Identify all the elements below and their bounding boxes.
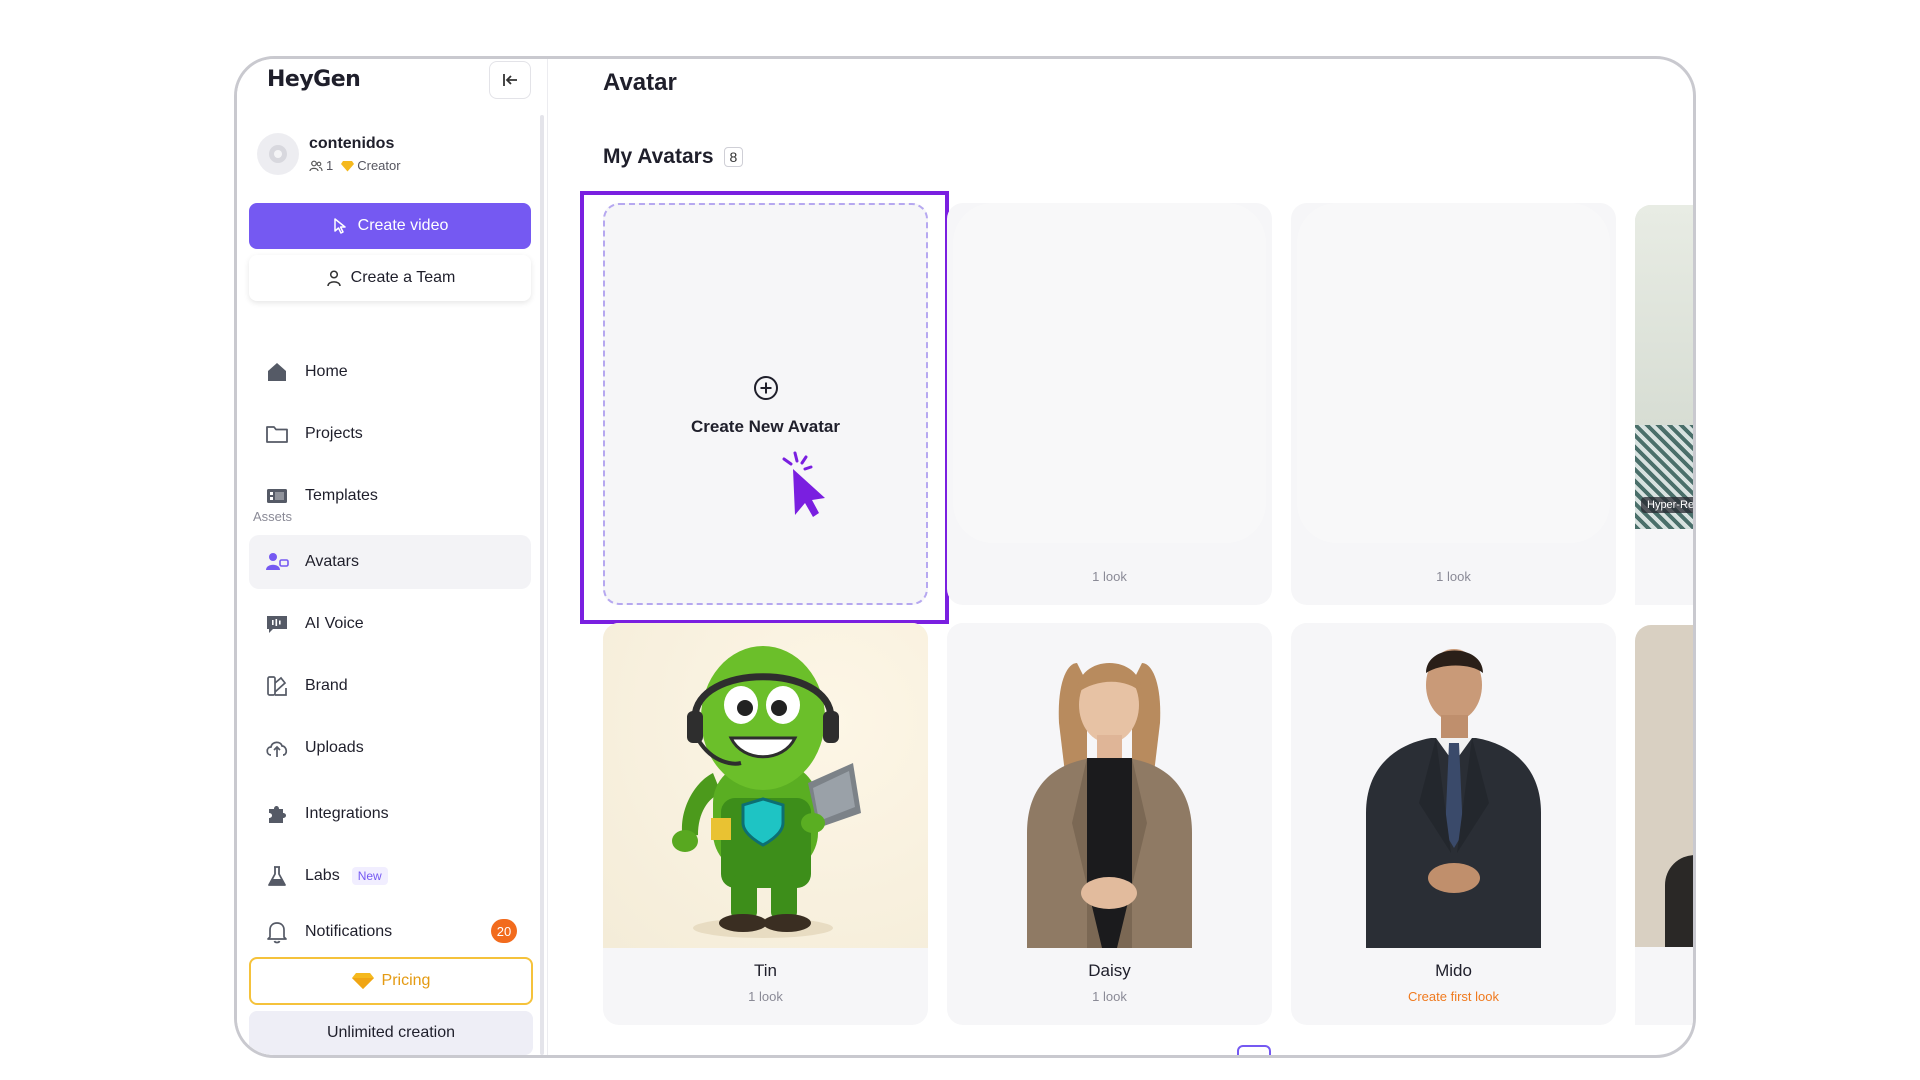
sidebar-item-label: AI Voice xyxy=(305,615,364,632)
avatar-looks: 1 look xyxy=(748,989,783,1004)
folder-icon xyxy=(265,422,289,446)
home-icon xyxy=(265,360,289,384)
avatar-name: Daisy xyxy=(1088,961,1131,980)
notification-count-badge: 20 xyxy=(491,919,517,943)
sidebar-item-uploads[interactable]: Uploads xyxy=(249,721,531,775)
sidebar-item-label: Templates xyxy=(305,487,378,504)
section-title-text: My Avatars xyxy=(603,145,714,168)
sidebar-item-label: Integrations xyxy=(305,805,389,822)
upload-icon xyxy=(265,736,289,760)
hyper-realistic-badge: Hyper-Re xyxy=(1641,497,1693,513)
sidebar-item-home[interactable]: Home xyxy=(249,345,531,399)
unlimited-creation-button[interactable]: Unlimited creation xyxy=(249,1011,533,1055)
avatar-thumbnail-loading xyxy=(1297,203,1610,543)
diamond-icon xyxy=(351,973,374,989)
collapse-icon xyxy=(503,74,517,86)
bell-icon xyxy=(265,920,289,944)
heygen-logo[interactable]: HeyGen xyxy=(267,67,361,92)
cursor-click-icon xyxy=(333,218,346,234)
avatar-card-partial-footer xyxy=(1635,529,1693,605)
create-team-button[interactable]: Create a Team xyxy=(249,255,531,301)
sidebar-item-label: Avatars xyxy=(305,553,359,570)
create-video-button[interactable]: Create video xyxy=(249,203,531,249)
my-avatars-heading: My Avatars 8 xyxy=(603,145,744,169)
pricing-button[interactable]: Pricing xyxy=(249,957,533,1005)
sidebar-scrollbar[interactable] xyxy=(540,115,544,1055)
sidebar-item-projects[interactable]: Projects xyxy=(249,407,531,461)
person-icon xyxy=(326,270,341,287)
sidebar-item-label: Home xyxy=(305,363,348,380)
avatar-name: Mido xyxy=(1435,961,1472,980)
avatar-card-partial[interactable]: Hyper-Re xyxy=(1635,205,1693,529)
avatar-thumbnail xyxy=(1291,623,1616,948)
avatar-card-partial[interactable] xyxy=(1635,625,1693,947)
new-badge: New xyxy=(351,867,388,885)
pagination: 1 2 xyxy=(1237,1045,1295,1055)
daisy-photo xyxy=(1027,663,1192,948)
mido-photo xyxy=(1366,649,1541,948)
sidebar: HeyGen contenidos 1 Creator Create video… xyxy=(237,59,542,1055)
tin-character-image xyxy=(672,646,861,938)
sidebar-item-label: Uploads xyxy=(305,739,364,756)
unlimited-label: Unlimited creation xyxy=(326,1024,456,1041)
page-button-current[interactable]: 1 xyxy=(1237,1045,1271,1055)
avatar-count-badge: 8 xyxy=(723,147,744,167)
create-first-look-link[interactable]: Create first look xyxy=(1291,989,1616,1004)
highlight-box xyxy=(580,191,949,624)
page-title: Avatar xyxy=(603,69,677,96)
avatar-card-mido[interactable]: Mido Create first look xyxy=(1291,623,1616,1025)
page-button-next[interactable]: 2 xyxy=(1287,1052,1295,1055)
avatar-card-partial-footer xyxy=(1635,947,1693,1025)
avatar xyxy=(257,133,299,175)
profile-card[interactable]: contenidos 1 Creator xyxy=(257,129,401,179)
avatar-name: Tin xyxy=(754,961,777,980)
flask-icon xyxy=(265,864,289,888)
member-count: 1 xyxy=(326,158,334,173)
sidebar-item-label: Notifications xyxy=(305,923,393,940)
sidebar-item-avatars[interactable]: Avatars xyxy=(249,535,531,589)
sidebar-item-labs[interactable]: Labs New xyxy=(249,849,531,903)
voice-icon xyxy=(265,612,289,636)
avatar-card-placeholder[interactable]: 1 look xyxy=(1291,203,1616,605)
sidebar-item-ai-voice[interactable]: AI Voice xyxy=(249,597,531,651)
avatar-looks: 1 look xyxy=(1092,989,1127,1004)
avatar-icon xyxy=(265,550,289,574)
plan-label: Creator xyxy=(357,158,401,173)
sidebar-item-label: Labs xyxy=(305,867,340,884)
sidebar-divider xyxy=(547,59,548,1055)
user-placeholder-icon xyxy=(269,145,287,163)
sidebar-item-label: Projects xyxy=(305,425,363,442)
sidebar-item-label: Brand xyxy=(305,677,348,694)
create-video-label: Create video xyxy=(357,217,449,234)
puzzle-icon xyxy=(265,802,289,826)
app-window: HeyGen contenidos 1 Creator Create video… xyxy=(234,56,1696,1058)
collapse-sidebar-button[interactable] xyxy=(489,61,531,99)
avatar-thumbnail-loading xyxy=(953,203,1266,543)
sidebar-item-integrations[interactable]: Integrations xyxy=(249,787,531,841)
avatar-card-daisy[interactable]: Daisy 1 look xyxy=(947,623,1272,1025)
create-team-label: Create a Team xyxy=(350,269,456,286)
avatar-card-tin[interactable]: Tin 1 look xyxy=(603,623,928,1025)
avatar-thumbnail xyxy=(947,623,1272,948)
avatar-looks: 1 look xyxy=(1436,569,1471,584)
assets-section-label: Assets xyxy=(253,509,293,524)
sidebar-item-brand[interactable]: Brand xyxy=(249,659,531,713)
brand-icon xyxy=(265,674,289,698)
pricing-label: Pricing xyxy=(381,972,431,989)
avatar-thumbnail xyxy=(603,623,928,948)
film-icon xyxy=(265,484,289,508)
profile-name: contenidos xyxy=(309,135,395,152)
diamond-icon xyxy=(341,160,355,171)
members-icon xyxy=(309,160,323,171)
avatar-looks: 1 look xyxy=(1092,569,1127,584)
sidebar-item-notifications[interactable]: Notifications 20 xyxy=(249,905,531,959)
avatar-card-placeholder[interactable]: 1 look xyxy=(947,203,1272,605)
